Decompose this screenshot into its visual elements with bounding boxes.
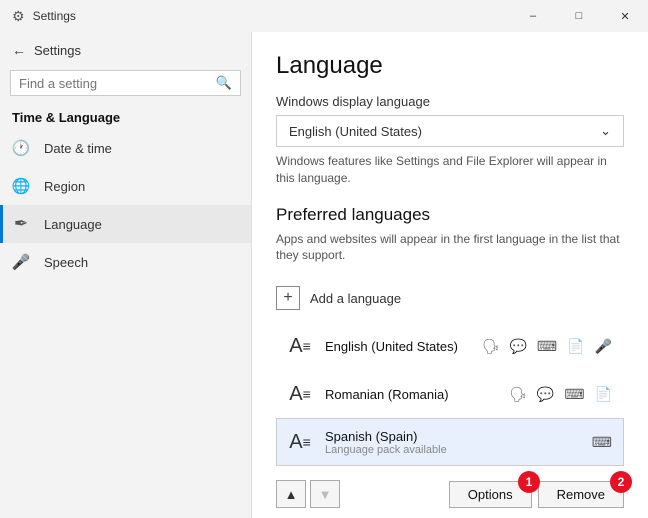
lang-icon-english: A≡ (285, 331, 315, 361)
region-icon: 🌐 (12, 177, 30, 195)
sidebar-item-label: Speech (44, 255, 88, 270)
move-down-button[interactable]: ▼ (310, 480, 340, 508)
speech-icon: 🎤 (12, 253, 30, 271)
lang-chat-icon-ro: 💬 (534, 384, 557, 405)
lang-icon-romanian: A≡ (285, 379, 315, 409)
search-box[interactable]: 🔍 (10, 70, 241, 96)
lang-chat-icon: 💬 (506, 336, 529, 357)
back-icon: ← (12, 42, 26, 58)
lang-keyboard-icon: ⌨ (534, 336, 560, 357)
settings-icon: ⚙ (12, 8, 25, 25)
lang-info-romanian: Romanian (Romania) (325, 387, 506, 402)
title-bar-title: Settings (33, 9, 76, 23)
sidebar: ← Settings 🔍 Time & Language 🕐 Date & ti… (0, 32, 252, 518)
selected-language: English (United States) (289, 124, 422, 139)
lang-info-english: English (United States) (325, 339, 479, 354)
date-time-icon: 🕐 (12, 139, 30, 157)
search-icon: 🔍 (216, 75, 232, 91)
bottom-controls: ▲ ▼ 1 Options Remove 2 (276, 474, 624, 514)
window-controls: – □ ✕ (510, 0, 648, 32)
lang-mic-icon: 🎤 (592, 336, 615, 357)
chevron-down-icon: ⌄ (600, 123, 611, 139)
add-language-icon: + (276, 286, 300, 310)
lang-actions-english: 🗣 💬 ⌨ 📄 🎤 (479, 336, 615, 357)
sidebar-item-language[interactable]: ✒ Language (0, 205, 251, 243)
sidebar-item-label: Language (44, 217, 102, 232)
sidebar-item-label: Date & time (44, 141, 112, 156)
language-list: A≡ English (United States) 🗣 💬 ⌨ 📄 🎤 A≡ … (276, 322, 624, 466)
windows-display-lang-label: Windows display language (276, 94, 624, 109)
search-input[interactable] (19, 76, 210, 91)
lang-name-romanian: Romanian (Romania) (325, 387, 506, 402)
sidebar-section-label: Time & Language (0, 102, 251, 129)
lang-info-spanish: Spanish (Spain) Language pack available (325, 429, 589, 456)
lang-actions-romanian: 🗣 💬 ⌨ 📄 (506, 384, 615, 405)
lang-row-english[interactable]: A≡ English (United States) 🗣 💬 ⌨ 📄 🎤 (276, 322, 624, 370)
lang-speak-icon-ro: 🗣 (506, 384, 530, 405)
lang-row-spanish[interactable]: A≡ Spanish (Spain) Language pack availab… (276, 418, 624, 466)
lang-row-romanian[interactable]: A≡ Romanian (Romania) 🗣 💬 ⌨ 📄 (276, 370, 624, 418)
title-bar: ⚙ Settings – □ ✕ (0, 0, 648, 32)
language-dropdown[interactable]: English (United States) ⌄ (276, 115, 624, 147)
main-content: Language Windows display language Englis… (252, 32, 648, 518)
language-icon: ✒ (12, 215, 30, 233)
minimize-button[interactable]: – (510, 0, 556, 32)
sidebar-item-label: Region (44, 179, 85, 194)
lang-actions-spanish: ⌨ (589, 432, 615, 453)
add-language-row[interactable]: + Add a language (276, 278, 624, 318)
lang-sub-spanish: Language pack available (325, 444, 589, 456)
back-label: Settings (34, 43, 81, 58)
maximize-button[interactable]: □ (556, 0, 602, 32)
lang-name-english: English (United States) (325, 339, 479, 354)
lang-speak-icon: 🗣 (479, 336, 503, 357)
page-title: Language (276, 52, 624, 80)
action-buttons: 1 Options Remove 2 (449, 481, 624, 508)
lang-keyboard-icon-ro: ⌨ (561, 384, 587, 405)
lang-keyboard-icon-es: ⌨ (589, 432, 615, 453)
move-up-button[interactable]: ▲ (276, 480, 306, 508)
arrow-buttons: ▲ ▼ (276, 480, 340, 508)
lang-doc-icon-ro: 📄 (592, 384, 615, 405)
badge-1: 1 (518, 471, 540, 493)
sidebar-item-speech[interactable]: 🎤 Speech (0, 243, 251, 281)
sidebar-item-date-time[interactable]: 🕐 Date & time (0, 129, 251, 167)
add-language-label: Add a language (310, 291, 401, 306)
lang-name-spanish: Spanish (Spain) (325, 429, 589, 444)
sidebar-item-region[interactable]: 🌐 Region (0, 167, 251, 205)
preferred-langs-heading: Preferred languages (276, 205, 624, 225)
lang-note: Windows features like Settings and File … (276, 153, 624, 187)
back-button[interactable]: ← Settings (0, 36, 251, 64)
preferred-langs-subtitle: Apps and websites will appear in the fir… (276, 231, 624, 265)
badge-2: 2 (610, 471, 632, 493)
lang-icon-spanish: A≡ (285, 427, 315, 457)
lang-doc-icon: 📄 (564, 336, 587, 357)
close-button[interactable]: ✕ (602, 0, 648, 32)
